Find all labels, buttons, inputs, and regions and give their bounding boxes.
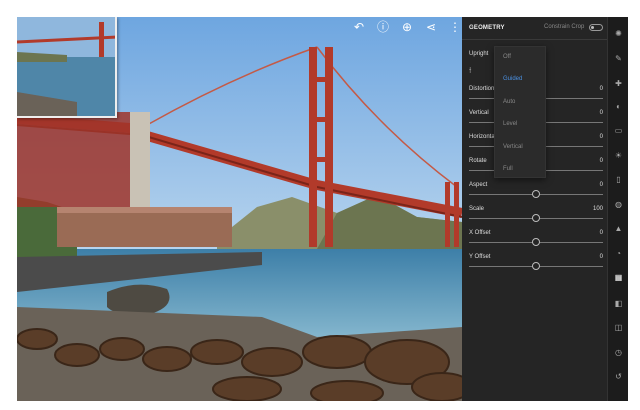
profile-icon[interactable]: ◫ <box>614 323 623 332</box>
optics-icon[interactable]: ◔ <box>614 249 623 258</box>
dropdown-option-guided[interactable]: Guided <box>503 76 522 82</box>
more-icon[interactable]: ⋮ <box>448 20 462 34</box>
slider-knob[interactable] <box>532 190 540 198</box>
share-icon[interactable]: ⋖ <box>424 20 438 34</box>
slider-label: Distortion <box>469 86 495 92</box>
slider-knob[interactable] <box>532 214 540 222</box>
heal-icon[interactable]: ✚ <box>614 79 623 88</box>
upright-dropdown[interactable]: Off Guided Auto Level Vertical Full <box>494 46 546 178</box>
constrain-crop-toggle[interactable] <box>589 24 603 31</box>
slider-value[interactable]: 0 <box>600 86 603 92</box>
info-icon[interactable]: ⓘ <box>376 20 390 34</box>
navigator-thumbnail[interactable] <box>17 17 117 118</box>
history-icon[interactable]: ◷ <box>614 348 623 357</box>
thumbnail-image <box>17 17 115 116</box>
reset-icon[interactable]: ↺ <box>614 372 623 381</box>
slider-value[interactable]: 0 <box>600 254 603 260</box>
slider-label: Rotate <box>469 158 487 164</box>
mask-icon[interactable]: ◐ <box>614 102 623 111</box>
dropdown-option-off[interactable]: Off <box>503 54 511 60</box>
panel-title: GEOMETRY <box>469 25 505 31</box>
vignette-icon[interactable]: ◍ <box>614 200 623 209</box>
slider-label: Y Offset <box>469 254 491 260</box>
slider-label: Scale <box>469 206 485 212</box>
slider-value[interactable]: 0 <box>600 134 603 140</box>
slider-knob[interactable] <box>532 238 540 246</box>
upright-label: Upright <box>469 51 489 57</box>
versions-icon[interactable]: ◧ <box>614 299 623 308</box>
slider-value[interactable]: 0 <box>600 158 603 164</box>
dropdown-option-full[interactable]: Full <box>503 166 513 172</box>
crop-icon[interactable]: ▭ <box>614 126 623 135</box>
presets-icon[interactable]: ✺ <box>614 29 623 38</box>
slider-value[interactable]: 0 <box>600 110 603 116</box>
add-icon[interactable]: ⊕ <box>400 20 414 34</box>
dropdown-option-level[interactable]: Level <box>503 121 517 127</box>
slider-row-y-offset: Y Offset 0 <box>469 254 603 278</box>
slider-row-aspect: Aspect 0 <box>469 182 603 206</box>
divider <box>462 39 607 40</box>
detail-icon[interactable]: ▲ <box>614 224 623 233</box>
slider-row-scale: Scale 100 <box>469 206 603 230</box>
color-icon[interactable]: ▯ <box>614 175 623 184</box>
brush-icon[interactable]: ✎ <box>614 54 623 63</box>
upright-guided-icon[interactable]: ⟊ <box>469 65 471 76</box>
slider-value[interactable]: 100 <box>593 206 603 212</box>
top-toolbar: ↶ ⓘ ⊕ ⋖ ⋮ <box>352 20 462 34</box>
slider-label: X Offset <box>469 230 491 236</box>
slider-label: Aspect <box>469 182 488 188</box>
photo-canvas[interactable]: ↶ ⓘ ⊕ ⋖ ⋮ <box>17 17 462 401</box>
light-icon[interactable]: ☀ <box>614 151 623 160</box>
slider-value[interactable]: 0 <box>600 230 603 236</box>
slider-label: Vertical <box>469 110 489 116</box>
slider-knob[interactable] <box>532 262 540 270</box>
slider-label: Horizontal <box>469 134 497 140</box>
dropdown-option-auto[interactable]: Auto <box>503 99 515 105</box>
constrain-crop-label: Constrain Crop <box>544 24 585 30</box>
slider-value[interactable]: 0 <box>600 182 603 188</box>
slider-row-x-offset: X Offset 0 <box>469 230 603 254</box>
geometry-icon[interactable]: ▦ <box>614 273 623 282</box>
tool-rail: ✺ ✎ ✚ ◐ ▭ ☀ ▯ ◍ ▲ ◔ ▦ ◧ ◫ ◷ ↺ <box>607 17 628 401</box>
undo-icon[interactable]: ↶ <box>352 20 366 34</box>
editor-window: ↶ ⓘ ⊕ ⋖ ⋮ GEOMETRY Constrain Crop Uprigh… <box>17 17 628 401</box>
dropdown-option-vertical[interactable]: Vertical <box>503 144 523 150</box>
